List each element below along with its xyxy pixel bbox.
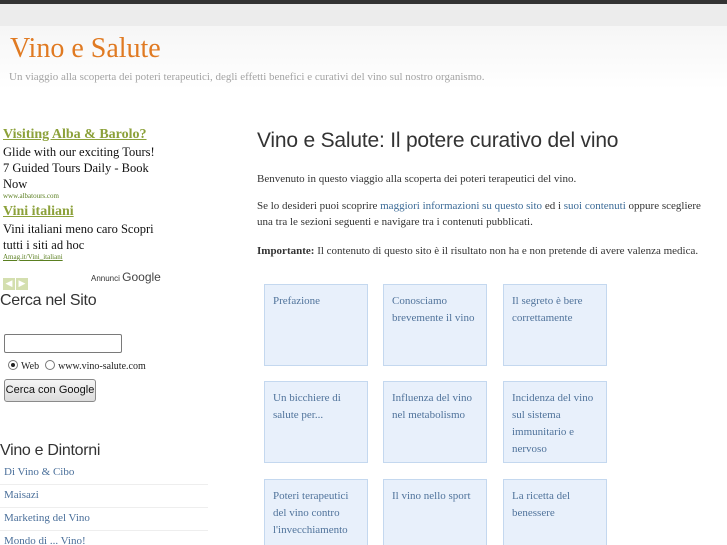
sponsored-ad[interactable]: Visiting Alba & Barolo? Glide with our e…: [3, 127, 163, 198]
link-text[interactable]: Di Vino & Cibo: [0, 462, 208, 478]
section-box[interactable]: Influenza del vino nel metabolismo: [383, 381, 487, 463]
page-title: Vino e Salute: Il potere curativo del vi…: [257, 129, 619, 152]
sponsored-ad[interactable]: Vini italiani Vini italiani meno caro Sc…: [3, 204, 163, 261]
search-input[interactable]: [4, 334, 122, 353]
radio-web-label: Web: [21, 361, 40, 372]
section-box[interactable]: Incidenza del vino sul sistema immunitar…: [503, 381, 607, 463]
ad-url[interactable]: www.albatours.com: [3, 192, 163, 198]
radio-site-label: www.vino-salute.com: [58, 361, 146, 372]
search-button[interactable]: Cerca con Google: [4, 379, 96, 402]
link-text[interactable]: Mondo di ... Vino!: [0, 531, 208, 545]
google-logo: Google: [122, 270, 161, 284]
site-tagline: Un viaggio alla scoperta dei poteri tera…: [9, 71, 485, 83]
search-scope: Web www.vino-salute.com: [8, 360, 146, 374]
info-paragraph: Se lo desideri puoi scoprire maggiori in…: [257, 198, 717, 230]
chevron-left-icon[interactable]: ◀: [3, 278, 15, 290]
link-text[interactable]: Maisazi: [0, 485, 208, 501]
ad-text: Glide with our exciting Tours! 7 Guided …: [3, 145, 155, 191]
section-box[interactable]: Poteri terapeutici del vino contro l'inv…: [264, 479, 368, 545]
list-item[interactable]: Mondo di ... Vino!: [0, 531, 208, 545]
site-title[interactable]: Vino e Salute: [10, 33, 161, 65]
text: ed i: [542, 200, 564, 212]
disclaimer: Importante: Il contenuto di questo sito …: [257, 243, 717, 259]
ads-by-prefix: Annunci: [91, 274, 120, 283]
disclaimer-text: Il contenuto di questo sito è il risulta…: [314, 245, 699, 257]
section-box[interactable]: Conosciamo brevemente il vino: [383, 284, 487, 366]
section-box[interactable]: Il vino nello sport: [383, 479, 487, 545]
section-box[interactable]: La ricetta del benessere: [503, 479, 607, 545]
ad-navigation: ◀ ▶: [3, 271, 29, 290]
text: Se lo desideri puoi scoprire: [257, 200, 381, 212]
site-header: Vino e Salute Un viaggio alla scoperta d…: [0, 4, 727, 90]
chevron-right-icon[interactable]: ▶: [16, 278, 28, 290]
section-box[interactable]: Un bicchiere di salute per...: [264, 381, 368, 463]
ad-title[interactable]: Visiting Alba & Barolo?: [3, 127, 163, 143]
intro-text: Benvenuto in questo viaggio alla scopert…: [257, 173, 577, 185]
list-item[interactable]: Marketing del Vino: [0, 508, 208, 531]
link-text[interactable]: Marketing del Vino: [0, 508, 208, 524]
search-heading: Cerca nel Sito: [0, 292, 97, 309]
info-link[interactable]: maggiori informazioni su questo sito: [380, 200, 542, 212]
ad-url[interactable]: Amag.it/Vini_italiani: [3, 253, 163, 261]
section-box[interactable]: Il segreto è bere correttamente: [503, 284, 607, 366]
ad-text: Vini italiani meno caro Scopri tutti i s…: [3, 222, 154, 252]
disclaimer-label: Importante:: [257, 245, 315, 257]
list-item[interactable]: Di Vino & Cibo: [0, 462, 208, 485]
dintorni-heading: Vino e Dintorni: [0, 442, 101, 459]
radio-web[interactable]: [8, 360, 18, 370]
section-box[interactable]: Prefazione: [264, 284, 368, 366]
list-item[interactable]: Maisazi: [0, 485, 208, 508]
ad-title[interactable]: Vini italiani: [3, 204, 163, 220]
dintorni-links: Di Vino & Cibo Maisazi Marketing del Vin…: [0, 462, 208, 545]
ads-by-google[interactable]: Annunci Google: [91, 270, 161, 284]
contents-link[interactable]: suoi contenuti: [564, 200, 626, 212]
radio-site[interactable]: [45, 360, 56, 370]
